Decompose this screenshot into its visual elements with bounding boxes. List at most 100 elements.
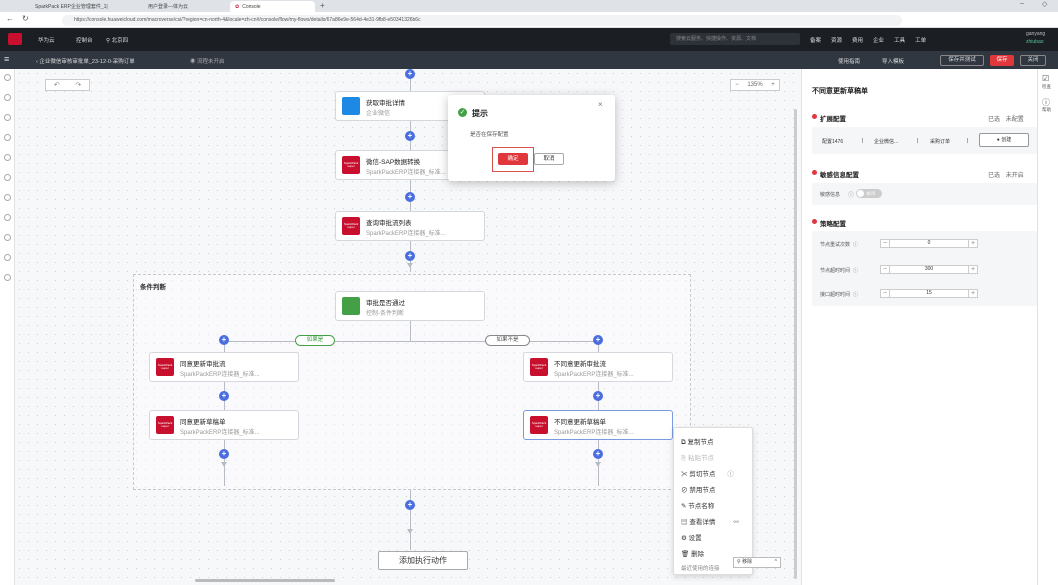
node-title: 微信-SAP数据转换 xyxy=(366,159,421,166)
menu-footer: 最近使用的连接 xyxy=(681,566,720,572)
increment-button[interactable]: + xyxy=(968,266,977,273)
nav-item[interactable]: 资源 xyxy=(831,36,842,44)
add-node-button[interactable]: + xyxy=(405,131,415,141)
tool-icon[interactable] xyxy=(4,274,11,281)
close-button[interactable]: 关闭 xyxy=(1020,55,1046,66)
new-tab-button[interactable]: + xyxy=(320,1,325,10)
home-icon[interactable] xyxy=(4,74,11,81)
timeout-stepper[interactable]: −300 + xyxy=(880,265,978,274)
branch-no-label[interactable]: 如果不是 xyxy=(485,335,530,346)
user-name[interactable]: ganyang xyxy=(1026,31,1045,37)
add-node-button[interactable]: + xyxy=(405,251,415,261)
increment-button[interactable]: + xyxy=(968,290,977,297)
menu-copy[interactable]: ⧉ 复制节点 xyxy=(681,436,713,447)
check-icon[interactable]: ☑ xyxy=(1042,74,1049,83)
retry-stepper[interactable]: −0 + xyxy=(880,239,978,248)
menu-paste[interactable]: ⎘ 粘贴节点 xyxy=(681,452,714,463)
search-input[interactable]: 搜索云服务、快捷操作、资源、文档 xyxy=(670,33,800,45)
browser-tab[interactable]: SparkPack ERP企业管理套件_1| xyxy=(30,1,140,12)
ai-icon[interactable] xyxy=(4,254,11,261)
create-button[interactable]: ● 创建 xyxy=(979,133,1029,147)
horizontal-scrollbar[interactable] xyxy=(195,579,335,582)
nav-item[interactable]: 备案 xyxy=(810,36,821,44)
nav-item[interactable]: 工具 xyxy=(894,36,905,44)
network-icon[interactable] xyxy=(4,194,11,201)
decrement-button[interactable]: − xyxy=(881,240,890,247)
minimize-button[interactable]: – xyxy=(1020,0,1024,7)
node-agree-flow[interactable]: SparkPack super 同意更新审批流 SparkPackERP连接器_… xyxy=(149,352,299,382)
redo-icon[interactable]: ↷ xyxy=(75,81,81,89)
zoom-out-icon[interactable]: − xyxy=(735,82,739,88)
add-node-button[interactable]: + xyxy=(405,192,415,202)
security-icon[interactable] xyxy=(4,234,11,241)
save-button[interactable]: 保存 xyxy=(990,55,1014,66)
cloud-icon[interactable] xyxy=(4,94,11,101)
decrement-button[interactable]: − xyxy=(881,290,890,297)
import-link[interactable]: 导入模板 xyxy=(882,57,904,65)
add-node-button[interactable]: + xyxy=(219,335,229,345)
branch-yes-label[interactable]: 如果是 xyxy=(295,335,335,346)
menu-delete[interactable]: 🗑 删除 xyxy=(681,548,704,558)
interval-stepper[interactable]: −15 + xyxy=(880,289,978,298)
node-agree-draft[interactable]: SparkPack super 同意更新草稿单 SparkPackERP连接器_… xyxy=(149,410,299,440)
branch-icon xyxy=(342,297,360,315)
ext-field[interactable]: 配置1476 xyxy=(822,138,843,145)
section-sensitive-config[interactable]: 敏感信息配置 xyxy=(820,169,859,179)
ext-field[interactable]: 企业微信... xyxy=(874,138,898,145)
node-sub: 控制-条件判断 xyxy=(366,311,404,317)
menu-disable[interactable]: ⊘ 禁用节点 xyxy=(681,484,715,494)
console-link[interactable]: 控制台 xyxy=(76,36,93,44)
section-policy-config[interactable]: 策略配置 xyxy=(820,218,846,228)
node-query-flow[interactable]: SparkPack super 查询审批流列表 SparkPackERP连接器_… xyxy=(335,211,485,241)
menu-settings[interactable]: ⚙ 设置 xyxy=(681,532,702,542)
browser-tab[interactable]: 用户登录—体为云 xyxy=(143,1,228,12)
tab-label: 用户登录—体为云 xyxy=(148,4,189,10)
service-icon[interactable] xyxy=(4,114,11,121)
url-field[interactable]: https://console.huaweicloud.com/macrover… xyxy=(62,15,902,26)
add-node-button[interactable]: + xyxy=(405,69,415,79)
add-node-button[interactable]: + xyxy=(593,449,603,459)
ext-field[interactable]: 采购订单 xyxy=(930,138,950,145)
add-node-button[interactable]: + xyxy=(405,500,415,510)
add-node-button[interactable]: + xyxy=(593,391,603,401)
section-ext-config[interactable]: 扩展配置 xyxy=(820,113,846,123)
help-link[interactable]: 使用指南 xyxy=(838,57,860,65)
restore-button[interactable]: ◇ xyxy=(1042,0,1047,8)
region-selector[interactable]: ⚲ 北京四 xyxy=(106,36,128,44)
add-node-button[interactable]: + xyxy=(593,335,603,345)
node-title: 同意更新草稿单 xyxy=(180,419,226,426)
db-icon[interactable] xyxy=(4,154,11,161)
confirm-button[interactable]: 确定 xyxy=(498,153,528,165)
storage-icon[interactable] xyxy=(4,214,11,221)
monitor-icon[interactable] xyxy=(4,174,11,181)
save-test-button[interactable]: 保存并测试 xyxy=(940,55,984,66)
dialog-title: 提示 xyxy=(472,109,488,118)
sensitive-toggle[interactable]: 关闭 xyxy=(856,189,882,198)
menu-icon[interactable]: ≡ xyxy=(4,54,9,64)
nav-item[interactable]: 企业 xyxy=(873,36,884,44)
node-disagree-draft-selected[interactable]: SparkPack super 不同意更新草稿单 SparkPackERP连接器… xyxy=(523,410,673,440)
recent-select[interactable]: ⚲ 移除 ^ xyxy=(733,557,781,568)
browser-tab-active[interactable]: ✿ Console xyxy=(230,1,315,12)
nav-item[interactable]: 费用 xyxy=(852,36,863,44)
decrement-button[interactable]: − xyxy=(881,266,890,273)
cancel-button[interactable]: 取消 xyxy=(534,153,564,165)
add-node-button[interactable]: + xyxy=(219,449,229,459)
node-approval-pass[interactable]: 审批是否通过 控制-条件判断 xyxy=(335,291,485,321)
vertical-scrollbar[interactable] xyxy=(794,109,797,579)
undo-icon[interactable]: ↶ xyxy=(54,81,60,89)
refresh-icon[interactable]: ↻ xyxy=(22,14,29,23)
close-icon[interactable]: × xyxy=(598,100,603,109)
status-dot-icon xyxy=(812,114,817,119)
zoom-in-icon[interactable]: + xyxy=(771,82,775,88)
add-action-button[interactable]: 添加执行动作 xyxy=(378,551,468,570)
nav-item[interactable]: 工单 xyxy=(915,36,926,44)
add-node-button[interactable]: + xyxy=(219,391,229,401)
node-disagree-flow[interactable]: SparkPack super 不同意更新审批流 SparkPackERP连接器… xyxy=(523,352,673,382)
menu-details[interactable]: ▤ 查看详情 ⚯ xyxy=(681,516,739,526)
increment-button[interactable]: + xyxy=(968,240,977,247)
menu-rename[interactable]: ✎ 节点名称 xyxy=(681,500,714,510)
list-icon[interactable] xyxy=(4,134,11,141)
back-icon[interactable]: ← xyxy=(6,14,14,23)
menu-cut[interactable]: ✂ 剪切节点 ⓘ xyxy=(681,468,734,478)
